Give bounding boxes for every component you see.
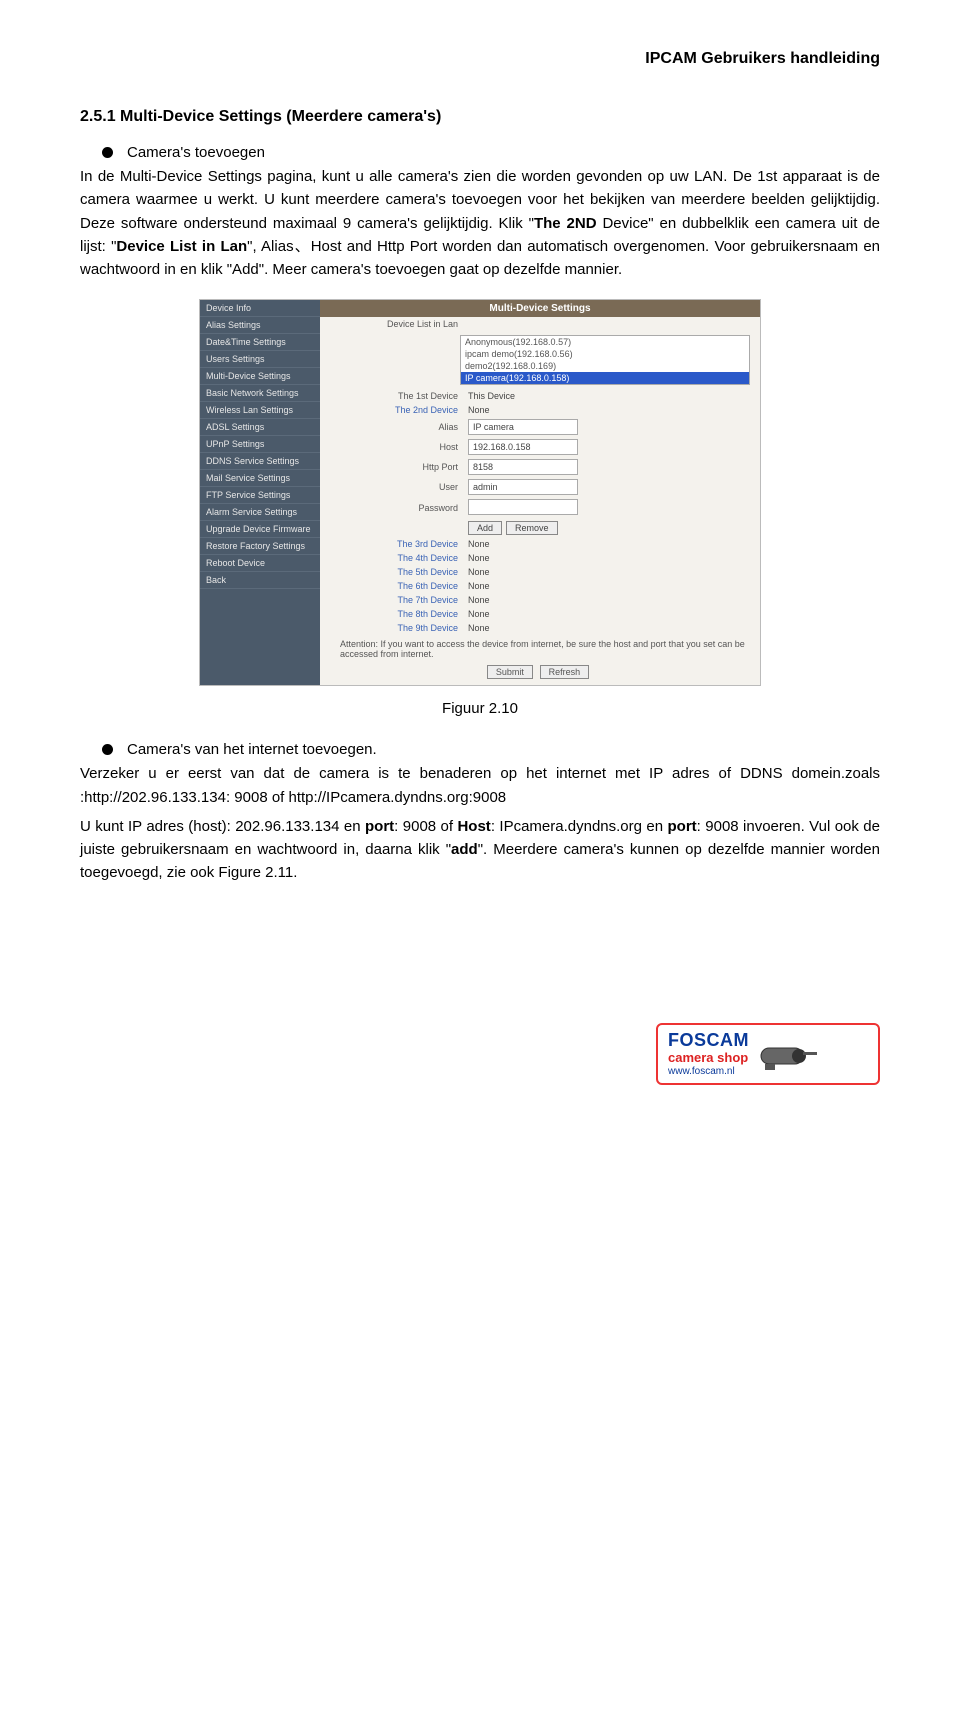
dev8-label: The 8th Device (328, 609, 468, 619)
pass-input (468, 499, 578, 515)
host-input: 192.168.0.158 (468, 439, 578, 455)
sidebar-item: Wireless Lan Settings (200, 402, 320, 419)
bullet-internet-toevoegen: Camera's van het internet toevoegen. (80, 741, 880, 758)
shot-main: Multi-Device Settings Device List in Lan… (320, 300, 760, 685)
logo-line3: www.foscam.nl (668, 1066, 749, 1077)
remove-button: Remove (506, 521, 558, 535)
submit-button: Submit (487, 665, 533, 679)
sidebar-item: Device Info (200, 300, 320, 317)
sidebar-item: UPnP Settings (200, 436, 320, 453)
camera-icon (759, 1034, 821, 1074)
dev9-label: The 9th Device (328, 623, 468, 633)
list-item: ipcam demo(192.168.0.56) (461, 348, 749, 360)
paragraph-2b: U kunt IP adres (host): 202.96.133.134 e… (80, 815, 880, 885)
dev3-value: None (468, 539, 752, 549)
footer: FOSCAM camera shop www.foscam.nl (80, 965, 880, 1085)
sidebar-item: DDNS Service Settings (200, 453, 320, 470)
list-item-selected: IP camera(192.168.0.158) (461, 372, 749, 384)
sidebar-item: Alias Settings (200, 317, 320, 334)
shot-title: Multi-Device Settings (320, 300, 760, 317)
device-list-label: Device List in Lan (328, 319, 468, 329)
sidebar-item: Alarm Service Settings (200, 504, 320, 521)
dev8-value: None (468, 609, 752, 619)
dev4-label: The 4th Device (328, 553, 468, 563)
logo-line2: camera shop (668, 1051, 749, 1065)
device-list-box: Anonymous(192.168.0.57) ipcam demo(192.1… (460, 335, 750, 385)
sidebar-item: Basic Network Settings (200, 385, 320, 402)
dev4-value: None (468, 553, 752, 563)
logo-line1: FOSCAM (668, 1031, 749, 1051)
sidebar-item: Users Settings (200, 351, 320, 368)
dev1-label: The 1st Device (328, 391, 468, 401)
pass-label: Password (328, 503, 468, 513)
dev6-label: The 6th Device (328, 581, 468, 591)
host-label: Host (328, 442, 468, 452)
dev7-label: The 7th Device (328, 595, 468, 605)
dev3-label: The 3rd Device (328, 539, 468, 549)
dev7-value: None (468, 595, 752, 605)
bullet-icon (102, 744, 113, 755)
user-label: User (328, 482, 468, 492)
add-button: Add (468, 521, 502, 535)
dev9-value: None (468, 623, 752, 633)
sidebar-item: Multi-Device Settings (200, 368, 320, 385)
dev5-label: The 5th Device (328, 567, 468, 577)
figure-caption: Figuur 2.10 (80, 700, 880, 717)
alias-input: IP camera (468, 419, 578, 435)
port-input: 8158 (468, 459, 578, 475)
dev1-value: This Device (468, 391, 752, 401)
bullet-camera-toevoegen: Camera's toevoegen (80, 144, 880, 161)
dev2-value: None (468, 405, 752, 415)
sidebar-item: Upgrade Device Firmware (200, 521, 320, 538)
section-heading: 2.5.1 Multi-Device Settings (Meerdere ca… (80, 108, 880, 126)
doc-header-title: IPCAM Gebruikers handleiding (80, 50, 880, 68)
attention-text: Attention: If you want to access the dev… (320, 635, 760, 661)
alias-label: Alias (328, 422, 468, 432)
user-input: admin (468, 479, 578, 495)
shot-sidebar: Device Info Alias Settings Date&Time Set… (200, 300, 320, 685)
sidebar-item: ADSL Settings (200, 419, 320, 436)
port-label: Http Port (328, 462, 468, 472)
dev2-label: The 2nd Device (328, 405, 468, 415)
dev5-value: None (468, 567, 752, 577)
list-item: Anonymous(192.168.0.57) (461, 336, 749, 348)
bullet-text: Camera's van het internet toevoegen. (127, 741, 377, 758)
sidebar-item: Restore Factory Settings (200, 538, 320, 555)
list-item: demo2(192.168.0.169) (461, 360, 749, 372)
sidebar-item: Back (200, 572, 320, 589)
bullet-text: Camera's toevoegen (127, 144, 265, 161)
sidebar-item: Mail Service Settings (200, 470, 320, 487)
sidebar-item: Reboot Device (200, 555, 320, 572)
sidebar-item: Date&Time Settings (200, 334, 320, 351)
paragraph-1: In de Multi-Device Settings pagina, kunt… (80, 165, 880, 281)
foscam-logo: FOSCAM camera shop www.foscam.nl (656, 1023, 880, 1084)
figure-screenshot: Device Info Alias Settings Date&Time Set… (199, 299, 761, 686)
sidebar-item: FTP Service Settings (200, 487, 320, 504)
bullet-icon (102, 147, 113, 158)
dev6-value: None (468, 581, 752, 591)
paragraph-2a: Verzeker u er eerst van dat de camera is… (80, 762, 880, 809)
refresh-button: Refresh (540, 665, 590, 679)
